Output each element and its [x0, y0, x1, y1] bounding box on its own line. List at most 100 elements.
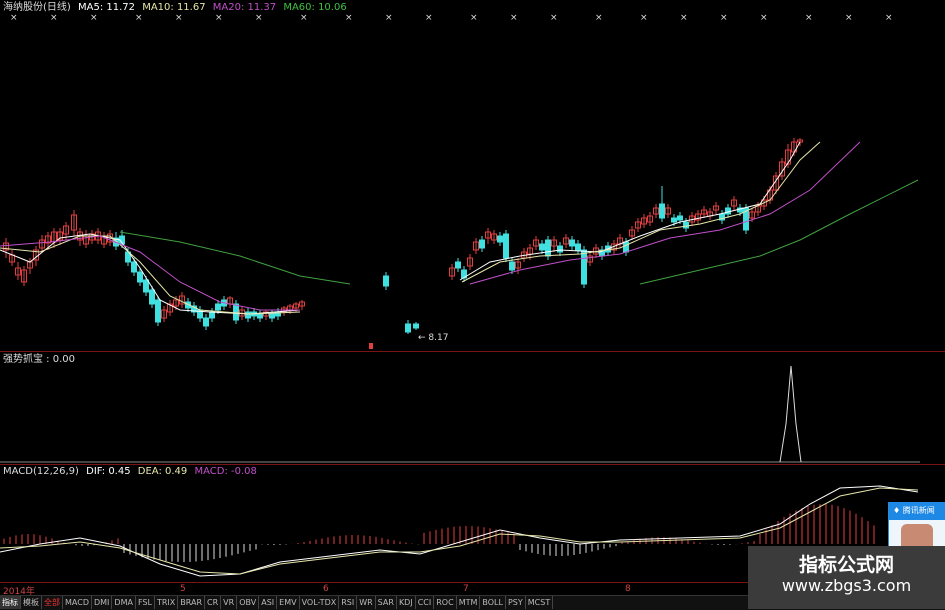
top-marker: × — [385, 13, 393, 23]
candle-body — [725, 207, 731, 215]
indicator-header: 强势抓宝 : 0.00 — [3, 354, 79, 366]
top-marker: × — [425, 13, 433, 23]
ma10-line — [461, 141, 821, 283]
candle-body — [131, 261, 137, 273]
top-marker: × — [50, 13, 58, 23]
axis-label-july: 7 — [463, 584, 469, 594]
top-marker: × — [10, 13, 18, 23]
top-marker: × — [805, 13, 813, 23]
macd-value: MACD: -0.08 — [194, 466, 257, 477]
top-marker: × — [680, 13, 688, 23]
ma60-line — [639, 179, 919, 285]
candle-body — [413, 323, 419, 329]
candle-body — [557, 245, 563, 253]
tab-boll[interactable]: BOLL — [480, 596, 506, 609]
candle-body — [405, 323, 411, 333]
main-header: 海纳股份(日线) MA5: 11.72 MA10: 11.67 MA20: 11… — [3, 2, 351, 14]
tab-roc[interactable]: ROC — [434, 596, 457, 609]
top-marker: × — [215, 13, 223, 23]
candle-body — [245, 311, 251, 319]
candle-body — [575, 243, 581, 251]
candle-body — [215, 303, 221, 311]
tab-cr[interactable]: CR — [205, 596, 222, 609]
ma5-value: MA5: 11.72 — [78, 2, 136, 13]
watermark: 指标公式网 www.zbgs3.com — [748, 546, 945, 609]
watermark-title: 指标公式网 — [798, 554, 894, 576]
candle-body — [683, 221, 689, 229]
tab-rsi[interactable]: RSI — [339, 596, 358, 609]
candle-body — [383, 275, 389, 287]
dif-value: DIF: 0.45 — [86, 466, 131, 477]
candle-body — [677, 215, 683, 221]
tab-fsl[interactable]: FSL — [136, 596, 155, 609]
bell-icon: ♦ — [893, 506, 903, 515]
candle-body — [581, 249, 587, 285]
top-marker: × — [845, 13, 853, 23]
macd-name: MACD(12,26,9) — [3, 466, 79, 477]
ma20-value: MA20: 11.37 — [212, 2, 277, 13]
tab-全部[interactable]: 全部 — [42, 596, 63, 609]
candle-body — [671, 217, 677, 223]
tab-mcst[interactable]: MCST — [526, 596, 554, 609]
tab-vr[interactable]: VR — [221, 596, 238, 609]
watermark-url: www.zbgs3.com — [781, 576, 912, 595]
tab-dma[interactable]: DMA — [112, 596, 136, 609]
tab-macd[interactable]: MACD — [63, 596, 92, 609]
tab-wr[interactable]: WR — [357, 596, 376, 609]
tab-mtm[interactable]: MTM — [457, 596, 481, 609]
candle-body — [155, 299, 161, 323]
tab-指标[interactable]: 指标 — [0, 596, 21, 609]
top-marker: × — [720, 13, 728, 23]
tab-brar[interactable]: BRAR — [178, 596, 206, 609]
candle-body — [149, 289, 155, 305]
top-marker: × — [345, 13, 353, 23]
top-marker: × — [510, 13, 518, 23]
top-marker: × — [550, 13, 558, 23]
tab-kdj[interactable]: KDJ — [397, 596, 416, 609]
candle-body — [143, 279, 149, 293]
indicator-label: 强势抓宝 : 0.00 — [3, 354, 75, 365]
candlestick-panel[interactable]: × × × × × × × × × × × × × × × × × × × × × × ← 8.17 海纳股份(日线) MA… — [0, 0, 945, 352]
candlestick-chart: × × × × × × × × × × × × × × × × × × × × × × ← 8.17 — [0, 13, 919, 349]
top-marker: × — [470, 13, 478, 23]
date-cursor-marker — [369, 343, 373, 349]
candle-body — [479, 239, 485, 249]
candle-body — [659, 203, 665, 219]
tab-sar[interactable]: SAR — [376, 596, 397, 609]
candle-body — [503, 233, 509, 259]
dea-value: DEA: 0.49 — [137, 466, 188, 477]
tab-cci[interactable]: CCI — [416, 596, 435, 609]
tab-trix[interactable]: TRIX — [155, 596, 179, 609]
candle-body — [539, 243, 545, 251]
news-popup-title[interactable]: ♦ 腾讯新闻 — [889, 502, 945, 520]
candle-body — [233, 303, 239, 321]
tab-vol-tdx[interactable]: VOL-TDX — [300, 596, 340, 609]
top-marker: × — [595, 13, 603, 23]
candle-body — [623, 241, 629, 253]
indicator-spike — [779, 365, 802, 463]
tab-asi[interactable]: ASI — [259, 596, 278, 609]
ma60-value: MA60: 10.06 — [283, 2, 347, 13]
tab-psy[interactable]: PSY — [506, 596, 526, 609]
top-marker: × — [760, 13, 768, 23]
macd-header: MACD(12,26,9) DIF: 0.45 DEA: 0.49 MACD: … — [3, 466, 261, 478]
tab-emv[interactable]: EMV — [277, 596, 300, 609]
axis-label-may: 5 — [180, 584, 186, 594]
top-marker: × — [885, 13, 893, 23]
top-marker: × — [135, 13, 143, 23]
top-marker: × — [640, 13, 648, 23]
tab-obv[interactable]: OBV — [237, 596, 260, 609]
candle-body — [209, 311, 215, 319]
tab-模板[interactable]: 模板 — [21, 596, 42, 609]
candle-body — [137, 271, 143, 283]
axis-label-august: 8 — [625, 584, 631, 594]
candle-body — [455, 261, 461, 269]
top-marker: × — [175, 13, 183, 23]
news-popup-title-text: 腾讯新闻 — [902, 506, 935, 515]
tab-dmi[interactable]: DMI — [92, 596, 113, 609]
candle-body — [497, 235, 503, 243]
candle-body — [257, 313, 263, 319]
ma10-value: MA10: 11.67 — [142, 2, 206, 13]
top-marker: × — [300, 13, 308, 23]
indicator-panel[interactable]: 强势抓宝 : 0.00 — [0, 352, 945, 464]
